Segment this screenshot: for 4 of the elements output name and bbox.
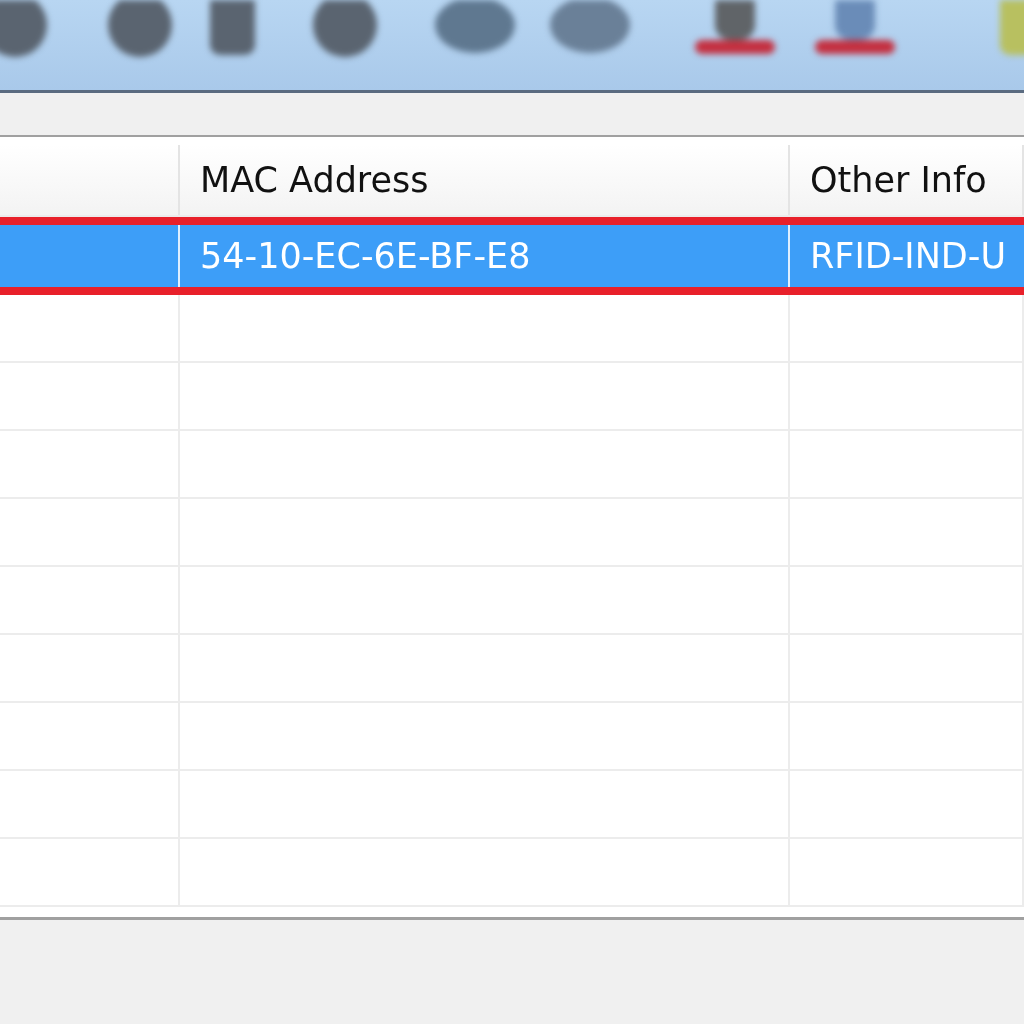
column-header[interactable]: Other Info [790, 145, 1024, 215]
table-cell: 54-10-EC-6E-BF-E8 [180, 225, 790, 287]
column-header[interactable]: MAC Address [180, 145, 790, 215]
table-cell: RFID-IND-U [790, 225, 1024, 287]
